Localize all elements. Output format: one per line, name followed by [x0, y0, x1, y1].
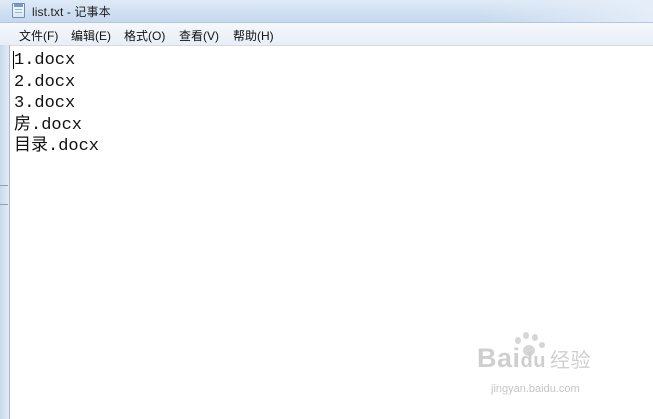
text-line: 2.docx	[14, 72, 76, 92]
watermark-brand: Baidu 经验	[477, 343, 591, 374]
title-bar-glow	[483, 0, 653, 22]
watermark-brand-cn: 经验	[549, 350, 591, 372]
window-title: list.txt - 记事本	[32, 5, 111, 19]
baidu-jingyan-watermark: Baidu 经验 jingyan.baidu.com	[477, 331, 617, 401]
watermark-brand-latin: Bai	[477, 343, 521, 373]
menu-format[interactable]: 格式(O)	[122, 27, 167, 44]
notepad-icon	[12, 3, 25, 18]
watermark-brand-du: du	[520, 350, 546, 372]
menu-view[interactable]: 查看(V)	[177, 27, 221, 44]
window-left-frame-mark	[0, 185, 8, 205]
menu-file[interactable]: 文件(F)	[17, 27, 60, 44]
menu-bar: 文件(F) 编辑(E) 格式(O) 查看(V) 帮助(H)	[0, 23, 653, 46]
menu-help[interactable]: 帮助(H)	[231, 27, 276, 44]
text-line: 3.docx	[14, 94, 76, 113]
text-line: 房.docx	[14, 115, 83, 135]
text-editor[interactable]: 1.docx 2.docx 3.docx 房.docx 目录.docx Baid…	[10, 46, 653, 419]
watermark-url: jingyan.baidu.com	[491, 383, 580, 395]
menu-edit[interactable]: 编辑(E)	[69, 27, 113, 44]
title-bar[interactable]: list.txt - 记事本	[0, 0, 653, 23]
notepad-window: list.txt - 记事本 文件(F) 编辑(E) 格式(O) 查看(V) 帮…	[0, 0, 653, 419]
text-line: 1.docx	[14, 51, 76, 70]
text-line: 目录.docx	[14, 137, 100, 156]
editor-content[interactable]: 1.docx 2.docx 3.docx 房.docx 目录.docx	[14, 50, 99, 158]
